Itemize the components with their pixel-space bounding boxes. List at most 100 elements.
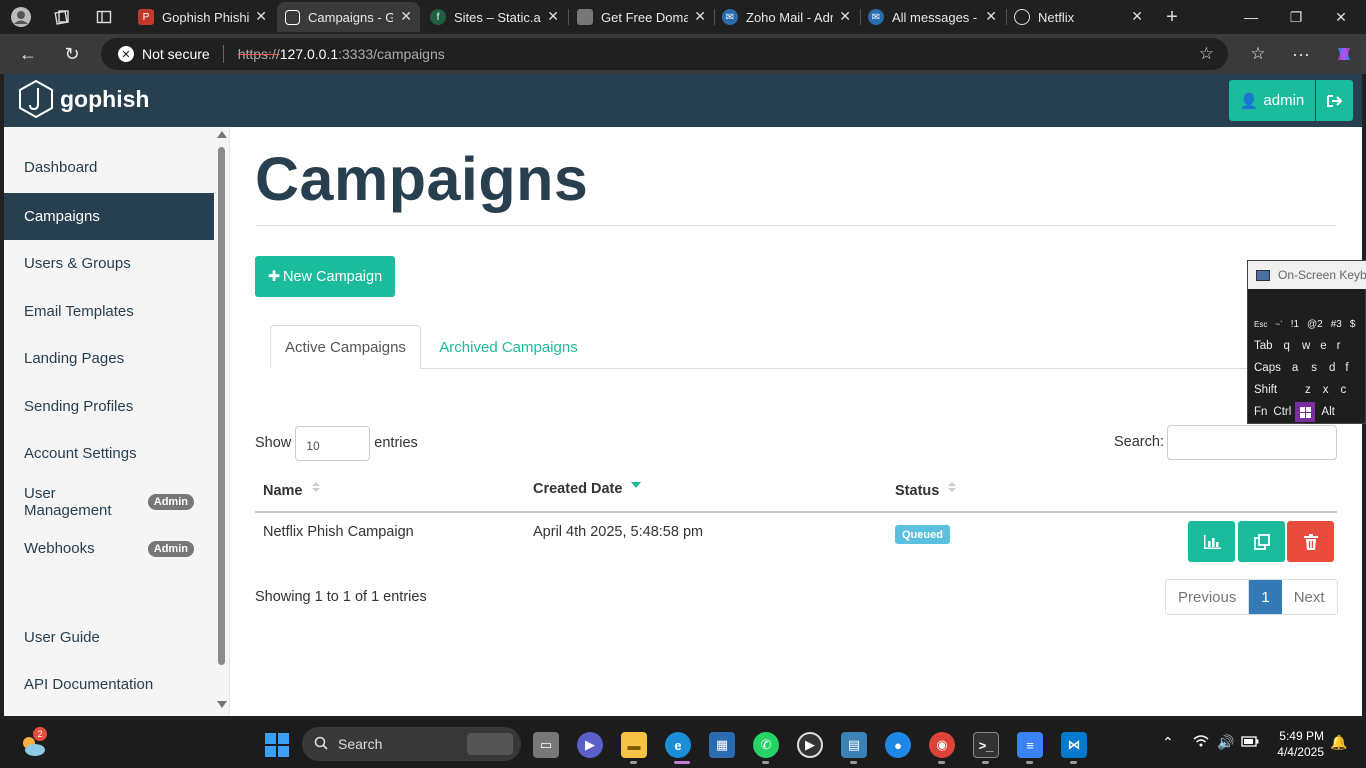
sidebar-item-email-templates[interactable]: Email Templates: [4, 288, 214, 335]
osk-key[interactable]: Tab: [1250, 336, 1277, 356]
osk-key[interactable]: e: [1315, 336, 1331, 356]
sidebar-item-api-documentation[interactable]: API Documentation: [4, 661, 214, 708]
chevron-up-icon[interactable]: ⌃: [1162, 734, 1174, 751]
osk-key[interactable]: s: [1305, 358, 1323, 378]
address-bar[interactable]: ✕ Not secure https://127.0.0.1:3333/camp…: [101, 38, 1228, 70]
osk-key[interactable]: a: [1285, 358, 1305, 378]
osk-key[interactable]: Ctrl: [1271, 402, 1295, 422]
logout-button[interactable]: [1316, 80, 1353, 121]
column-header-created-date[interactable]: Created Date: [533, 481, 642, 497]
search-input[interactable]: [1167, 425, 1337, 460]
scroll-up-icon[interactable]: [217, 131, 227, 138]
app-blue-icon[interactable]: ●: [885, 732, 911, 758]
file-explorer-icon[interactable]: ▬: [621, 732, 647, 758]
osk-key[interactable]: w: [1297, 336, 1315, 356]
teams-meet-icon[interactable]: ▶: [577, 732, 603, 758]
security-label[interactable]: Not secure: [142, 46, 210, 62]
delete-campaign-button[interactable]: [1287, 521, 1334, 562]
browser-tab-gophish-phishing[interactable]: P Gophish Phishing ✕: [130, 2, 275, 32]
windows-key-icon[interactable]: [1295, 402, 1316, 422]
not-secure-icon[interactable]: ✕: [118, 46, 134, 62]
browser-tab-campaigns[interactable]: Campaigns - Gophish ✕: [277, 2, 420, 32]
column-header-name[interactable]: Name: [263, 481, 320, 499]
taskbar-search[interactable]: Search: [302, 727, 521, 761]
browser-tab-netflix[interactable]: Netflix ✕: [1006, 2, 1151, 32]
notepad-icon[interactable]: ≡: [1017, 732, 1043, 758]
sidebar-item-campaigns[interactable]: Campaigns: [4, 193, 214, 240]
osk-key[interactable]: Alt: [1315, 402, 1340, 422]
copilot-icon[interactable]: [1329, 40, 1359, 68]
sidebar-item-dashboard[interactable]: Dashboard: [4, 144, 214, 191]
osk-key[interactable]: !1: [1287, 315, 1303, 335]
edge-browser-icon[interactable]: e: [665, 732, 691, 758]
column-header-status[interactable]: Status: [895, 481, 957, 499]
profile-icon[interactable]: [10, 6, 32, 28]
copy-campaign-button[interactable]: [1238, 521, 1285, 562]
osk-key[interactable]: #3: [1327, 315, 1346, 335]
osk-key[interactable]: Caps: [1250, 358, 1285, 378]
sidebar-item-sending-profiles[interactable]: Sending Profiles: [4, 383, 214, 430]
sidebar-scrollbar[interactable]: [216, 127, 228, 716]
pagination-next[interactable]: Next: [1282, 580, 1337, 614]
pagination-page[interactable]: 1: [1249, 580, 1282, 614]
osk-key[interactable]: Fn: [1250, 402, 1271, 422]
osk-key[interactable]: c: [1335, 380, 1353, 400]
view-results-button[interactable]: [1188, 521, 1235, 562]
tab-archived-campaigns[interactable]: Archived Campaigns: [436, 325, 581, 369]
close-tab-icon[interactable]: ✕: [547, 8, 559, 25]
close-tab-icon[interactable]: ✕: [839, 8, 851, 25]
system-clock[interactable]: 5:49 PM 4/4/2025: [1268, 728, 1324, 760]
vscode-icon[interactable]: ⋈: [1061, 732, 1087, 758]
battery-icon[interactable]: [1241, 734, 1259, 750]
close-tab-icon[interactable]: ✕: [694, 8, 706, 25]
whatsapp-icon[interactable]: ✆: [753, 732, 779, 758]
osk-key[interactable]: d: [1323, 358, 1341, 378]
osk-key[interactable]: q: [1277, 336, 1297, 356]
workspaces-icon[interactable]: [51, 6, 73, 28]
sidebar-item-webhooks[interactable]: Webhooks Admin: [4, 525, 214, 572]
terminal-icon[interactable]: >_: [973, 732, 999, 758]
browser-tab-sites-static[interactable]: f Sites – Static.app ✕: [422, 2, 567, 32]
osk-key[interactable]: @2: [1303, 315, 1327, 335]
restore-icon[interactable]: ❐: [1281, 4, 1311, 30]
user-menu-button[interactable]: 👤 admin: [1229, 80, 1315, 121]
close-window-icon[interactable]: ✕: [1326, 4, 1356, 30]
tab-actions-icon[interactable]: [93, 6, 115, 28]
new-campaign-button[interactable]: ✚ New Campaign: [255, 256, 395, 297]
tab-active-campaigns[interactable]: Active Campaigns: [270, 325, 421, 369]
sidebar-item-users-groups[interactable]: Users & Groups: [4, 240, 214, 287]
close-tab-icon[interactable]: ✕: [985, 8, 997, 25]
close-tab-icon[interactable]: ✕: [1131, 8, 1143, 25]
more-menu-icon[interactable]: ···: [1286, 40, 1316, 68]
favorites-icon[interactable]: ☆: [1243, 40, 1273, 68]
osk-key[interactable]: z: [1299, 380, 1317, 400]
scroll-thumb[interactable]: [218, 147, 225, 665]
osk-key[interactable]: Shift: [1250, 380, 1299, 400]
pagination-previous[interactable]: Previous: [1166, 580, 1250, 614]
sidebar-item-user-management[interactable]: User Management Admin: [4, 478, 214, 525]
close-tab-icon[interactable]: ✕: [400, 8, 412, 25]
chrome-icon[interactable]: ◉: [929, 732, 955, 758]
back-arrow-icon[interactable]: ←: [13, 40, 43, 68]
wifi-icon[interactable]: [1193, 734, 1209, 750]
sidebar-item-landing-pages[interactable]: Landing Pages: [4, 335, 214, 382]
media-player-icon[interactable]: ▶: [797, 732, 823, 758]
refresh-icon[interactable]: ↻: [57, 40, 87, 68]
scroll-down-icon[interactable]: [217, 701, 227, 708]
osk-key[interactable]: f: [1341, 358, 1352, 378]
sidebar-item-user-guide[interactable]: User Guide: [4, 614, 214, 661]
new-tab-icon[interactable]: +: [1157, 4, 1187, 30]
osk-key[interactable]: Esc: [1250, 315, 1271, 335]
entries-select[interactable]: 10: [295, 425, 371, 461]
osk-key[interactable]: $: [1346, 315, 1360, 335]
favorite-star-icon[interactable]: ☆: [1199, 44, 1214, 64]
osk-key[interactable]: ~`: [1271, 315, 1286, 335]
osk-key[interactable]: x: [1317, 380, 1335, 400]
browser-tab-zoho-mail[interactable]: ✉ Zoho Mail - Admin ✕: [714, 2, 859, 32]
osk-title-bar[interactable]: On-Screen Keyboard: [1248, 261, 1366, 289]
browser-tab-all-messages[interactable]: ✉ All messages - Zoho ✕: [860, 2, 1005, 32]
osk-key[interactable]: r: [1332, 336, 1346, 356]
app-window-icon[interactable]: ▤: [841, 732, 867, 758]
microsoft-store-icon[interactable]: ▦: [709, 732, 735, 758]
sidebar-item-account-settings[interactable]: Account Settings: [4, 430, 214, 477]
